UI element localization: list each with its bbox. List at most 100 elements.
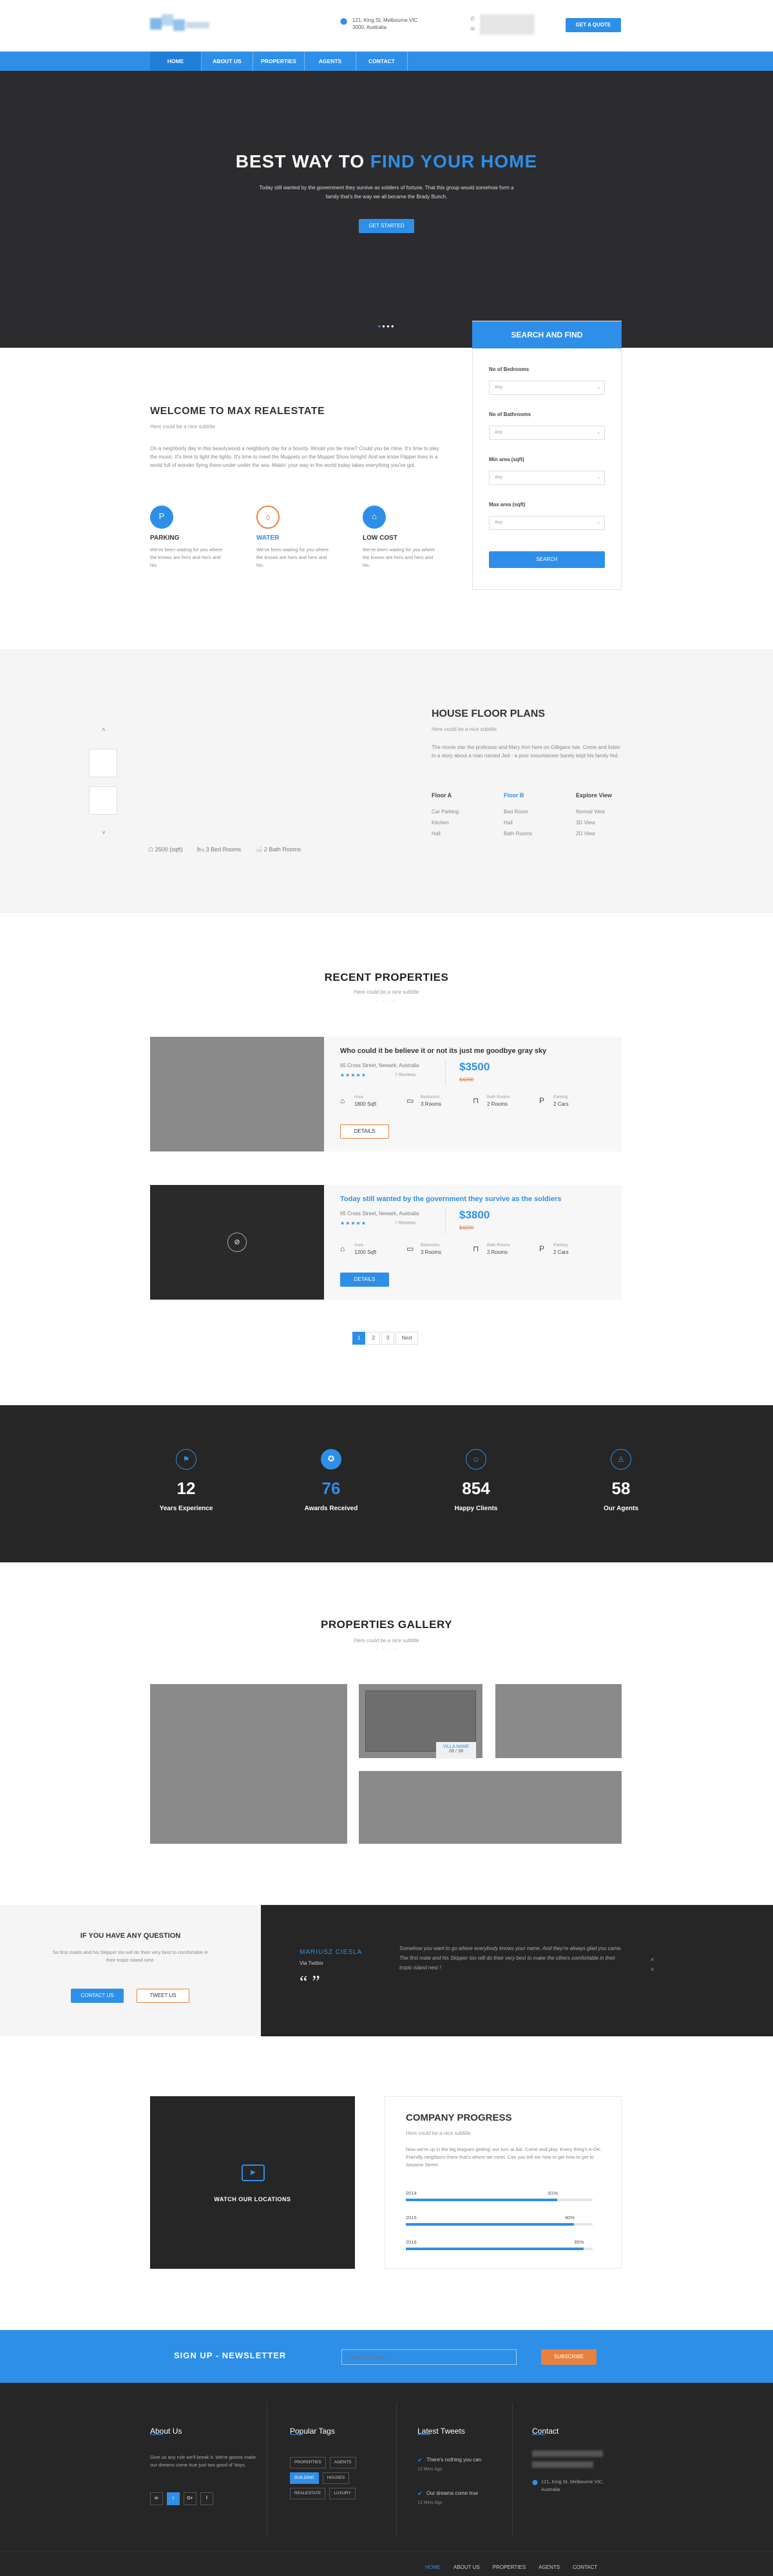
- footer-nav-contact[interactable]: CONTACT: [573, 2564, 597, 2570]
- property-title[interactable]: Who could it be believe it or not its ju…: [340, 1047, 546, 1055]
- footer-nav-about-us[interactable]: ABOUT US: [453, 2564, 480, 2570]
- contact-info-blurred: [480, 14, 535, 35]
- floor-plans-section: ˄ ˅ HOUSE FLOOR PLANS Here could be a ni…: [0, 649, 773, 913]
- progress-panel: COMPANY PROGRESS Here could be a nice su…: [385, 2096, 622, 2269]
- link-icon[interactable]: ⊘: [227, 1233, 247, 1252]
- nav-item-home[interactable]: HOME: [150, 52, 202, 71]
- play-icon[interactable]: ▶: [242, 2164, 265, 2181]
- feature-name: LOW COST: [363, 535, 397, 542]
- pagination-page[interactable]: 3: [381, 1332, 395, 1345]
- tweet-time: 12 Mins Ago: [417, 2467, 443, 2472]
- chevron-up-icon[interactable]: ˄: [651, 1956, 654, 1963]
- footer-tag[interactable]: AGENTS: [329, 2457, 356, 2468]
- top-header: ⬤ 121, King St, Melbourne VIC 3000, Aust…: [0, 0, 773, 52]
- gallery-image-featured[interactable]: VILLA NAME 2B / 3B: [359, 1684, 482, 1759]
- search-select[interactable]: Any ⌄: [489, 471, 605, 485]
- gallery-image[interactable]: [495, 1684, 622, 1758]
- get-started-button[interactable]: GET STARTED: [359, 219, 414, 233]
- question-section: IF YOU HAVE ANY QUESTION So first maids …: [0, 1905, 261, 2036]
- nav-item-agents[interactable]: AGENTS: [305, 52, 356, 71]
- chevron-down-icon[interactable]: ˅: [651, 1966, 654, 1973]
- bath-icon: ⊓: [473, 1096, 479, 1105]
- pagination-page[interactable]: 1: [352, 1332, 366, 1345]
- floor-thumb[interactable]: [89, 786, 117, 815]
- get-quote-button[interactable]: GET A QUOTE: [566, 18, 621, 32]
- property-address: 65 Cross Street, Newark, Australia: [340, 1211, 419, 1217]
- pagination-page[interactable]: 2: [367, 1332, 380, 1345]
- property-card: Today still wanted by the government the…: [324, 1185, 622, 1300]
- progress-percent: 90%: [565, 2215, 575, 2221]
- area-icon: ☖: [148, 846, 154, 853]
- locations-video[interactable]: ▶ WATCH OUR LOCATIONS: [150, 2096, 355, 2269]
- footer: About Us Give us any rule we'll break it…: [0, 2383, 773, 2576]
- tweet-text[interactable]: There's nothing you can: [426, 2457, 481, 2463]
- property-image[interactable]: [150, 1037, 324, 1151]
- linkedin-icon[interactable]: in: [150, 2492, 163, 2505]
- counter-number: 854: [462, 1479, 490, 1498]
- footer-tag[interactable]: HOUSES: [322, 2472, 350, 2484]
- floor-column-head[interactable]: Floor B: [504, 792, 524, 799]
- site-logo[interactable]: [150, 12, 211, 37]
- area-icon: ⌂: [340, 1244, 345, 1253]
- footer-tag[interactable]: REALESTATE: [290, 2488, 326, 2499]
- agent-icon: ♙: [611, 1449, 631, 1470]
- search-field-label: Max area (sqft): [489, 502, 526, 507]
- nav-item-contact[interactable]: CONTACT: [356, 52, 408, 71]
- footer-nav-agents[interactable]: AGENTS: [539, 2564, 560, 2570]
- search-select[interactable]: Any ⌄: [489, 381, 605, 395]
- spec-value: 2 Cars: [553, 1101, 569, 1107]
- footer-tag[interactable]: PROPERTIES: [290, 2457, 326, 2468]
- details-button[interactable]: DETAILS: [340, 1124, 389, 1139]
- quote-icon: “ ”: [300, 1973, 320, 1993]
- floor-column-head[interactable]: Floor A: [432, 792, 452, 799]
- mail-icon: ✉: [470, 26, 475, 32]
- progress-percent: 81%: [548, 2190, 558, 2196]
- chevron-up-icon[interactable]: ˄: [102, 726, 106, 734]
- search-select[interactable]: Any ⌄: [489, 426, 605, 440]
- gallery-image[interactable]: [359, 1771, 622, 1844]
- property-reviews: 7 Reviews: [395, 1073, 416, 1077]
- spec-label: Area: [354, 1095, 363, 1099]
- floor-thumb[interactable]: [89, 749, 117, 777]
- testimonial-text: Somehow you want to go where everybody k…: [399, 1946, 622, 1971]
- floor-text: The movie star the professor and Mary An…: [432, 744, 620, 759]
- search-button[interactable]: SEARCH: [489, 551, 605, 568]
- google-plus-icon[interactable]: G+: [184, 2492, 196, 2505]
- property-price: $3800: [459, 1209, 490, 1221]
- footer-tag[interactable]: BUILDING: [290, 2472, 319, 2484]
- footer-nav-home[interactable]: HOME: [425, 2564, 441, 2570]
- newsletter-section: SIGN UP - NEWSLETTER SUBSCRIBE: [0, 2330, 773, 2383]
- counter-label: Years Experience: [159, 1505, 213, 1512]
- details-button[interactable]: DETAILS: [340, 1273, 389, 1287]
- question-text: So first maids and his Skipper too will …: [52, 1949, 209, 1963]
- smile-icon: ☺: [466, 1449, 486, 1470]
- property-address: 65 Cross Street, Newark, Australia: [340, 1063, 419, 1068]
- floor-column-head: Explore View: [576, 792, 612, 799]
- contact-us-button[interactable]: CONTACT US: [71, 1989, 124, 2003]
- footer-nav-properties[interactable]: PROPERTIES: [493, 2564, 526, 2570]
- twitter-icon[interactable]: t: [167, 2492, 180, 2505]
- slider-dots[interactable]: ●●●●: [372, 323, 401, 329]
- nav-item-about-us[interactable]: ABOUT US: [202, 52, 253, 71]
- nav-item-properties[interactable]: PROPERTIES: [253, 52, 305, 71]
- property-title[interactable]: Today still wanted by the government the…: [340, 1195, 561, 1203]
- floor-column-item: 3D View: [576, 820, 595, 826]
- tweet-text[interactable]: Our dreams come true: [426, 2490, 478, 2496]
- newsletter-email-input[interactable]: [341, 2349, 517, 2365]
- search-select[interactable]: Any ⌄: [489, 516, 605, 530]
- footer-tag[interactable]: LUXURY: [329, 2488, 356, 2499]
- chevron-down-icon[interactable]: ˅: [102, 829, 106, 837]
- feature-text: We've been waiting for you where the kno…: [363, 547, 435, 568]
- property-image[interactable]: ⊘: [150, 1185, 324, 1300]
- subscribe-button[interactable]: SUBSCRIBE: [541, 2349, 596, 2365]
- header-address: 121, King St, Melbourne VIC 3000, Austra…: [352, 17, 418, 30]
- pagination-next[interactable]: Next: [396, 1332, 418, 1345]
- feature-text: We've been waiting for you where the kno…: [150, 547, 223, 568]
- gallery-image[interactable]: [150, 1684, 347, 1844]
- select-value: Any: [495, 520, 503, 525]
- contact-phone-blurred: [532, 2450, 603, 2457]
- facebook-icon[interactable]: f: [200, 2492, 213, 2505]
- spec-value: 1200 Sqft: [354, 1249, 377, 1255]
- tweet-us-button[interactable]: TWEET US: [137, 1989, 189, 2003]
- house-icon: ⌂: [363, 506, 386, 529]
